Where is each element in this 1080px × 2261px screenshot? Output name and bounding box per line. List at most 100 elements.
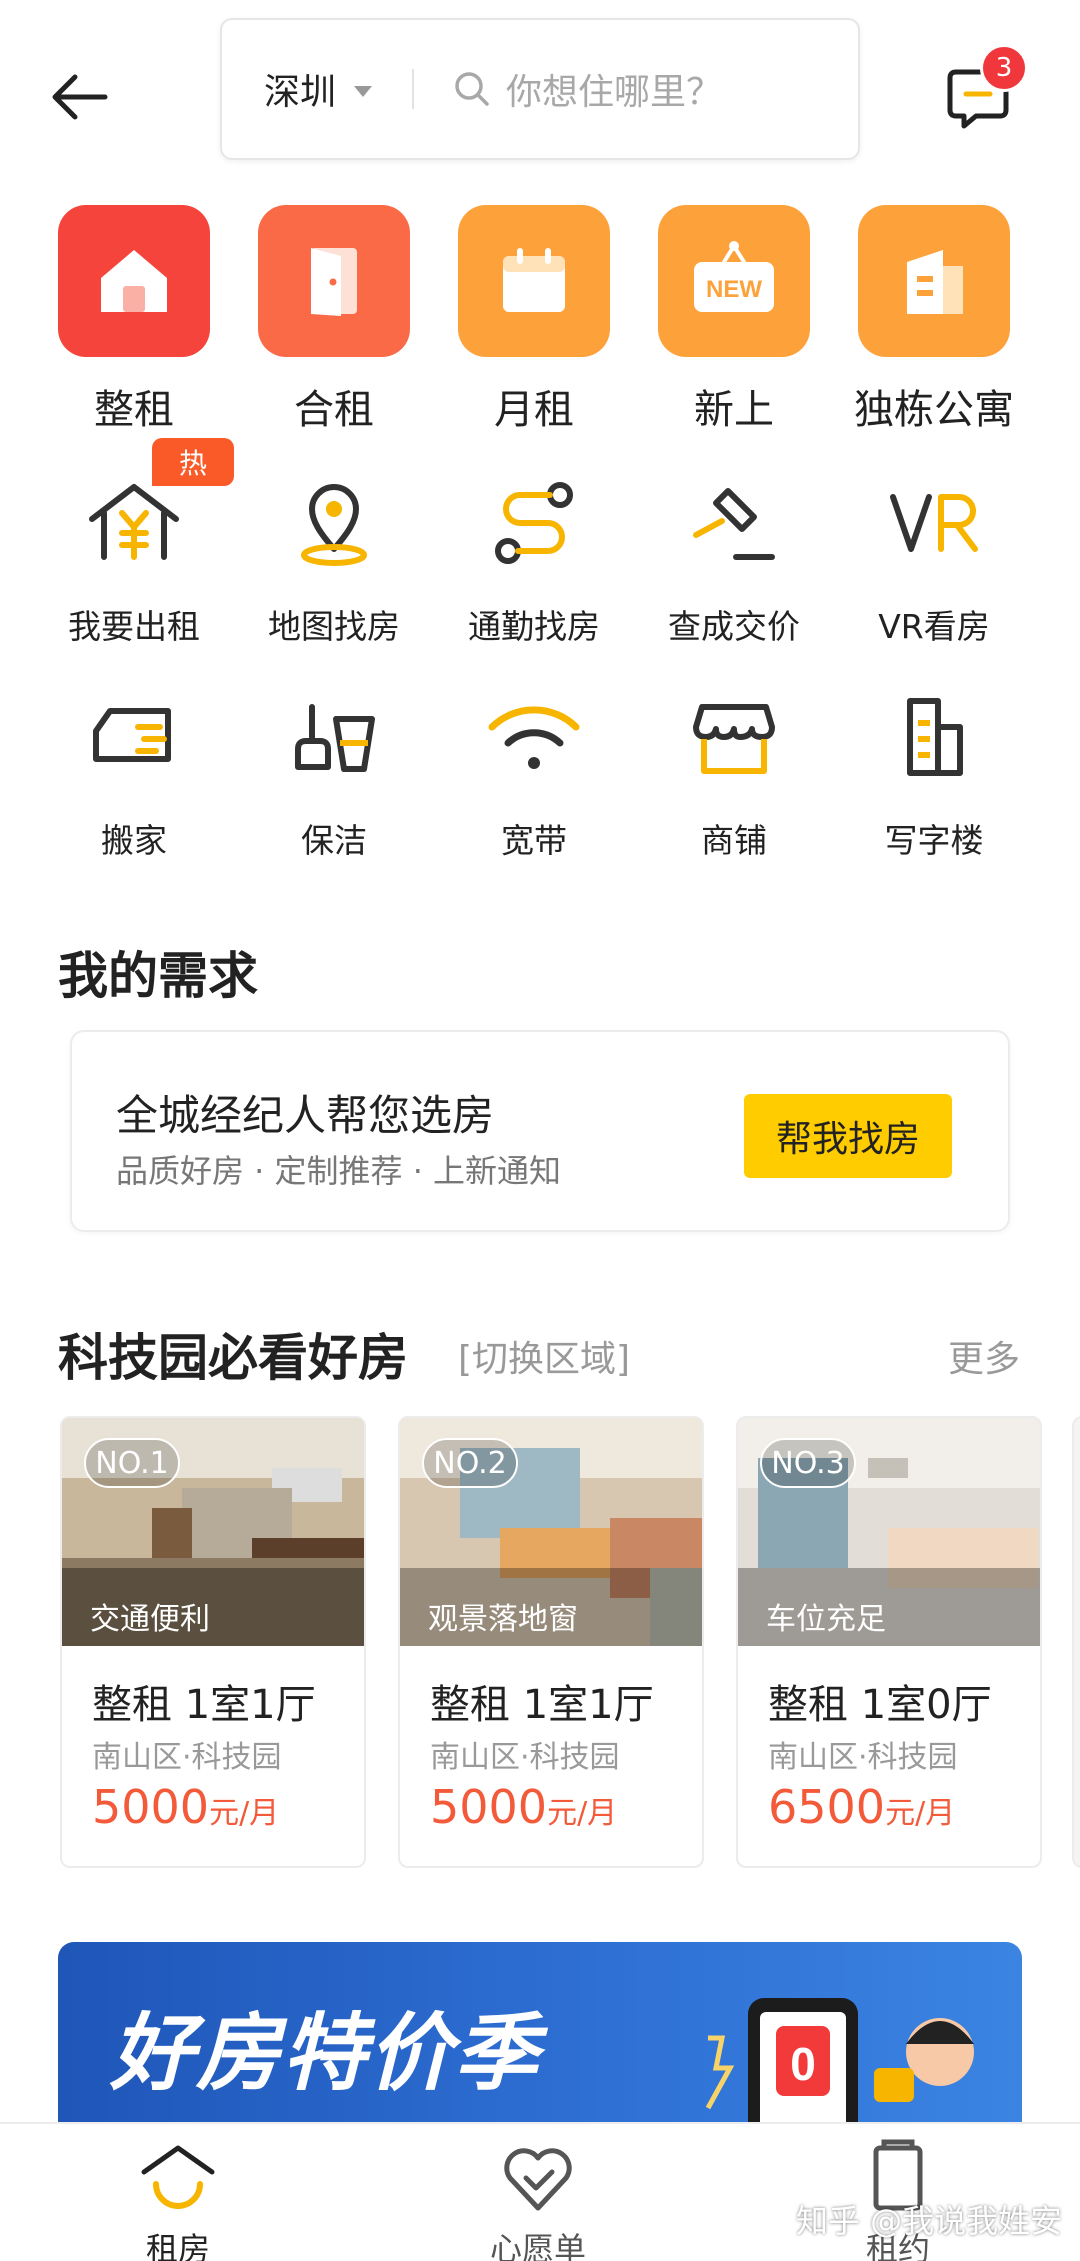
service-label: 通勤找房 [468,607,600,646]
listing-price: 6500元/月 [768,1780,955,1834]
new-tag-text: NEW [706,276,762,303]
category-label: 合租 [294,387,374,433]
service-map-search[interactable]: 地图找房 [234,468,434,648]
service-label: 保洁 [301,821,367,860]
message-count-badge: 3 [980,44,1028,92]
service-deal-price[interactable]: 查成交价 [634,468,834,648]
listing-title: 整租 1室1厅 [92,1682,316,1728]
featured-title: 科技园必看好房 [58,1329,408,1387]
price-unit: 元/月 [209,1796,280,1831]
category-monthly-rent[interactable]: 月租 [434,205,634,435]
back-arrow-icon [52,74,108,120]
more-link[interactable]: 更多 [948,1330,1020,1382]
service-rent-out[interactable]: 我要出租 [34,468,234,648]
listing-card[interactable]: NO.3 车位充足 整租 1室0厅 南山区·科技园 6500元/月 [736,1416,1042,1868]
listing-location: 南山区·科技园 [430,1740,620,1775]
search-input[interactable]: 你想住哪里？ [506,63,722,115]
category-label: 整租 [94,387,174,433]
promo-banner[interactable]: 好房特价季 0 [58,1942,1022,2122]
home-icon [58,205,210,357]
listing-card[interactable]: NO.2 观景落地窗 整租 1室1厅 南山区·科技园 5000元/月 [398,1416,704,1868]
price-value: 5000 [92,1780,210,1834]
service-label: 查成交价 [668,607,800,646]
listing-feature-tag: 观景落地窗 [428,1602,578,1637]
service-moving[interactable]: 搬家 [34,682,234,862]
city-selector[interactable]: 深圳 [264,63,336,115]
category-row: 整租 合租 月租 NEW 新上 独栋公寓 [0,205,1080,435]
promo-illustration: 0 [705,1998,974,2122]
price-unit: 元/月 [547,1796,618,1831]
agent-help-card[interactable]: 全城经纪人帮您选房 品质好房 · 定制推荐 · 上新通知 帮我找房 [70,1030,1010,1232]
new-tag-icon: NEW [658,205,810,357]
gavel-icon [679,468,789,578]
category-whole-rent[interactable]: 整租 [34,205,234,435]
moving-truck-icon [79,682,189,792]
category-label: 月租 [494,387,574,433]
route-icon [479,468,589,578]
listing-price: 5000元/月 [430,1780,617,1834]
service-office[interactable]: 写字楼 [834,682,1034,862]
price-unit: 元/月 [885,1796,956,1831]
cleaning-icon [279,682,389,792]
category-new-listings[interactable]: NEW 新上 [634,205,834,435]
apartment-building-icon [858,205,1010,357]
nav-label: 租房 [145,2230,210,2261]
category-shared-rent[interactable]: 合租 [234,205,434,435]
nav-label: 心愿单 [489,2230,586,2261]
switch-area-link[interactable]: [切换区域] [458,1330,630,1382]
banner-headline: 好房特价季 [110,2004,541,2102]
listing-feature-tag: 交通便利 [90,1602,210,1637]
listing-location: 南山区·科技园 [92,1740,282,1775]
svg-text:0: 0 [790,2038,816,2090]
listing-photo: NO.3 车位充足 [738,1418,1040,1646]
agent-help-title: 全城经纪人帮您选房 [116,1091,495,1140]
search-icon [455,72,489,106]
category-label: 独栋公寓 [854,387,1014,433]
listing-feature-tag: 车位充足 [766,1602,886,1637]
vr-icon [879,468,989,578]
service-cleaning[interactable]: 保洁 [234,682,434,862]
service-label: 宽带 [501,821,567,860]
listing-price: 5000元/月 [92,1780,279,1834]
service-broadband[interactable]: 宽带 [434,682,634,862]
rank-badge: NO.1 [84,1438,180,1488]
service-commute-search[interactable]: 通勤找房 [434,468,634,648]
listing-photo: NO.1 交通便利 [62,1418,364,1646]
heart-check-icon [498,2138,578,2218]
service-label: 商铺 [701,821,767,860]
service-vr-viewing[interactable]: VR看房 [834,468,1034,648]
back-button[interactable] [44,62,114,132]
rank-badge: NO.3 [760,1438,856,1488]
divider [412,69,415,109]
service-shops[interactable]: 商铺 [634,682,834,862]
caret-down-icon [354,85,373,97]
map-pin-icon [279,468,389,578]
find-house-button[interactable]: 帮我找房 [744,1094,952,1178]
search-bar[interactable]: 深圳 你想住哪里？ [220,18,860,160]
service-label: 写字楼 [884,821,984,860]
nav-wishlist[interactable]: 心愿单 [438,2138,638,2261]
calendar-icon [458,205,610,357]
listing-photo: NO.2 观景落地窗 [400,1418,702,1646]
category-label: 新上 [694,387,774,433]
watermark: 知乎 @我说我姓安 [796,2202,1063,2240]
my-needs-title: 我的需求 [58,947,258,1005]
category-apartment[interactable]: 独栋公寓 [834,205,1034,435]
hot-badge: 热 [152,438,234,486]
service-label: VR看房 [878,607,990,646]
listing-card-peek[interactable] [1072,1416,1080,1868]
service-label: 我要出租 [68,607,200,646]
listing-title: 整租 1室1厅 [430,1682,654,1728]
listing-location: 南山区·科技园 [768,1740,958,1775]
listing-card[interactable]: NO.1 交通便利 整租 1室1厅 南山区·科技园 5000元/月 [60,1416,366,1868]
nav-rent[interactable]: 租房 [78,2138,278,2261]
home-smile-icon [138,2138,218,2218]
shop-icon [679,682,789,792]
service-label: 地图找房 [268,607,400,646]
agent-help-subtitle: 品质好房 · 定制推荐 · 上新通知 [116,1152,562,1190]
price-value: 6500 [768,1780,886,1834]
office-building-icon [879,682,989,792]
price-value: 5000 [430,1780,548,1834]
wifi-icon [479,682,589,792]
service-label: 搬家 [101,821,167,860]
